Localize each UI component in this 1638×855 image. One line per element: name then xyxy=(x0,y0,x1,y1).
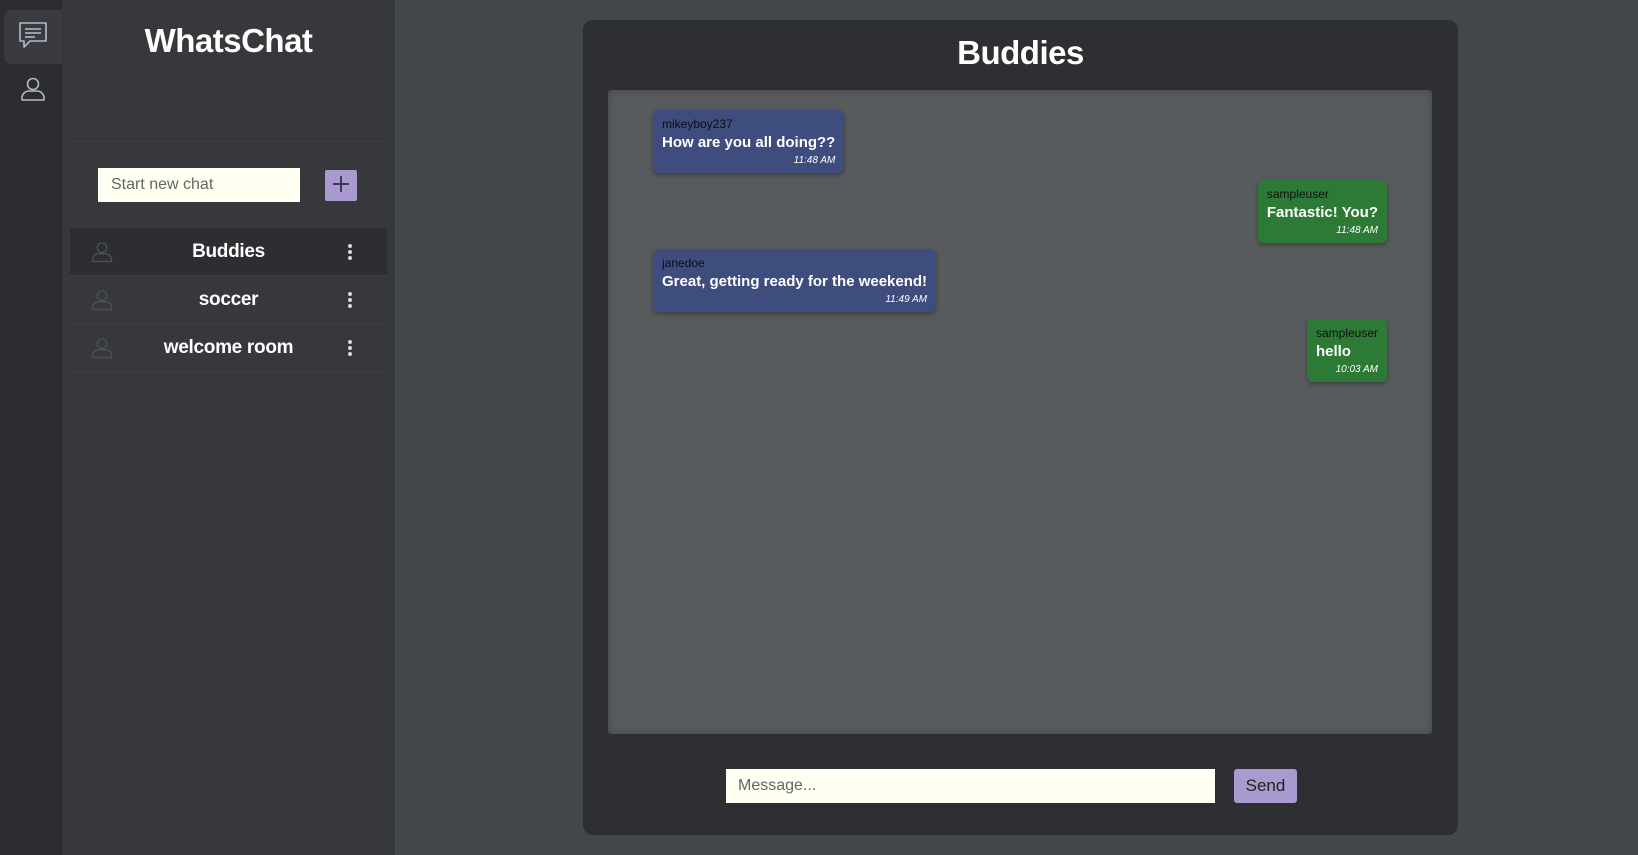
more-options-icon[interactable] xyxy=(346,337,354,359)
message-text: Great, getting ready for the weekend! xyxy=(662,273,928,290)
chat-item-label: Buddies xyxy=(192,241,265,262)
more-options-icon[interactable] xyxy=(346,241,354,263)
app-title: WhatsChat xyxy=(144,22,313,59)
message-sender: sampleuser xyxy=(1266,187,1329,201)
message-bubble: sampleuser hello 10:03 AM xyxy=(1306,319,1387,382)
chat-item-buddies[interactable]: Buddies xyxy=(70,228,387,276)
message-text: hello xyxy=(1315,343,1351,360)
rail-chats-button[interactable] xyxy=(4,10,62,64)
chat-panel: Buddies mikeyboy237 How are you all doin… xyxy=(583,20,1458,835)
new-chat-input[interactable] xyxy=(98,168,300,202)
message-input[interactable] xyxy=(726,769,1215,803)
send-button[interactable]: Send xyxy=(1234,769,1297,803)
room-title: Buddies xyxy=(957,34,1084,71)
more-options-icon[interactable] xyxy=(346,289,354,311)
chat-list: Buddies soccer welcome room xyxy=(70,228,387,372)
message-bubble: janedoe Great, getting ready for the wee… xyxy=(653,249,937,312)
chat-item-label: soccer xyxy=(198,289,259,310)
chat-item-welcome-room[interactable]: welcome room xyxy=(70,324,387,372)
message-bubble: mikeyboy237 How are you all doing?? 11:4… xyxy=(653,110,845,173)
message-time: 11:48 AM xyxy=(1336,225,1378,236)
message-time: 10:03 AM xyxy=(1335,364,1378,375)
icon-rail xyxy=(0,0,62,855)
message-time: 11:49 AM xyxy=(885,294,928,305)
message-bubble: sampleuser Fantastic! You? 11:48 AM xyxy=(1257,180,1387,243)
message-sender: sampleuser xyxy=(1315,326,1378,340)
add-chat-button[interactable] xyxy=(325,170,357,201)
message-sender: mikeyboy237 xyxy=(662,117,733,131)
message-text: Fantastic! You? xyxy=(1266,204,1378,221)
sidebar-divider xyxy=(70,141,387,142)
message-sender: janedoe xyxy=(662,256,705,270)
plus-icon xyxy=(331,174,351,197)
chat-item-label: welcome room xyxy=(163,337,294,358)
message-text: How are you all doing?? xyxy=(662,134,836,151)
profile-icon xyxy=(19,75,47,108)
message-time: 11:48 AM xyxy=(793,155,836,166)
chat-icon xyxy=(17,19,49,56)
messages-area[interactable]: mikeyboy237 How are you all doing?? 11:4… xyxy=(608,90,1432,734)
sidebar: WhatsChat Buddies soccer xyxy=(62,0,395,855)
rail-profile-button[interactable] xyxy=(4,64,62,118)
chat-item-soccer[interactable]: soccer xyxy=(70,276,387,324)
